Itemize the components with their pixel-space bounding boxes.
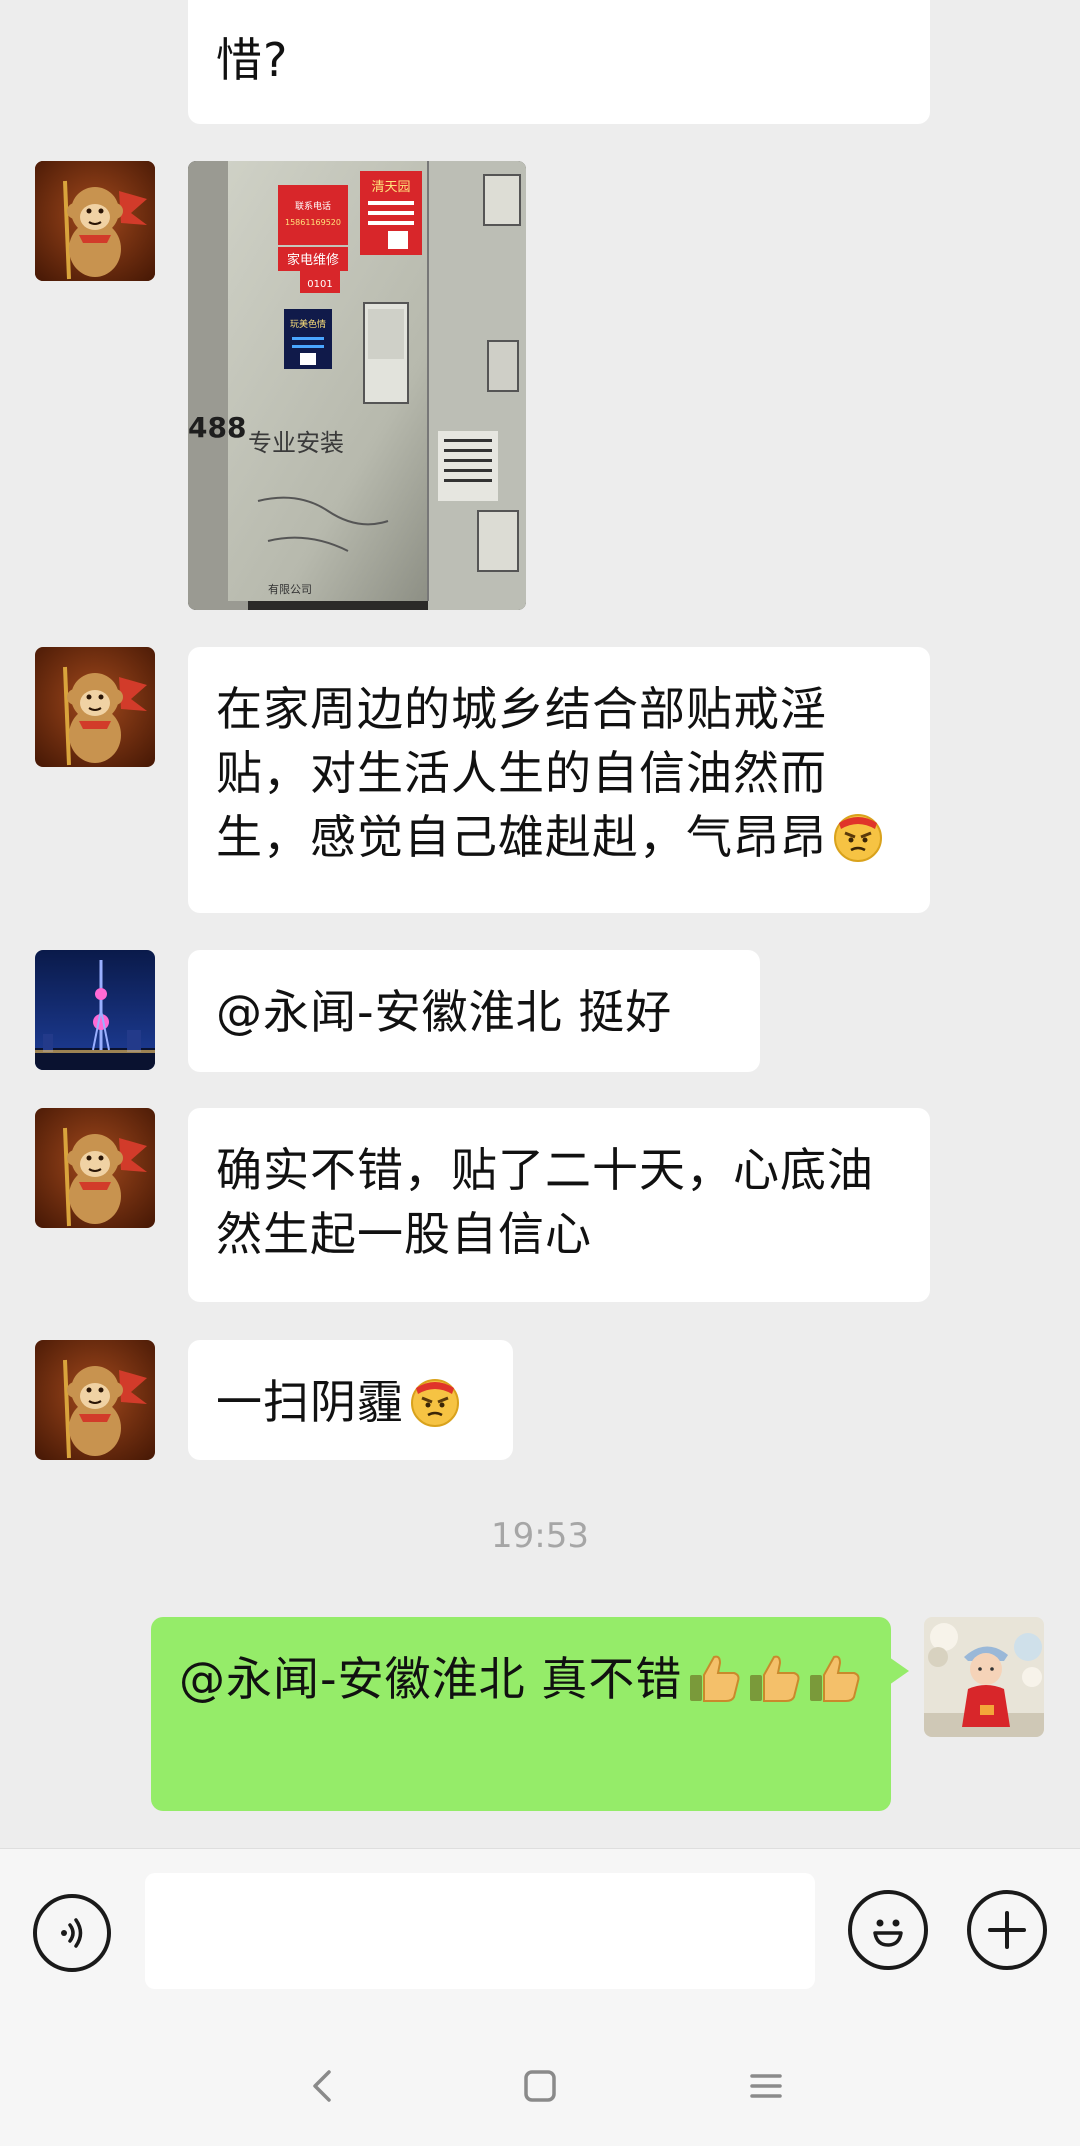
- message-text: 在家周边的城乡结合部贴戒淫贴，对生活人生的自信油然而生，感觉自己雄赳赳，气昂昂: [216, 682, 827, 864]
- photo-sign-text: 玩美色情: [290, 318, 326, 330]
- voice-button[interactable]: [33, 1894, 111, 1972]
- message-bubble-outgoing[interactable]: @永闻-安徽淮北 真不错: [151, 1617, 909, 1811]
- avatar-monkey[interactable]: [35, 1108, 155, 1228]
- message-bubble[interactable]: @永闻-安徽淮北 挺好: [188, 950, 760, 1072]
- message-text: @永闻-安徽淮北 真不错: [179, 1652, 683, 1706]
- photo-sign-text: 0101: [307, 279, 332, 290]
- photo-graffiti: 专业安装: [248, 429, 344, 457]
- chat-screen: 惜? 联系电话 15861169520 清天园 家电维修 0101 玩美色情 4…: [0, 0, 1080, 2146]
- nav-home-button[interactable]: [510, 2056, 570, 2116]
- svg-text:15861169520: 15861169520: [285, 218, 341, 227]
- nav-menu-button[interactable]: [736, 2056, 796, 2116]
- emoji-button[interactable]: [848, 1890, 928, 1970]
- nav-back-button[interactable]: [292, 2056, 352, 2116]
- plus-button[interactable]: [967, 1890, 1047, 1970]
- message-input[interactable]: [145, 1873, 815, 1989]
- voice-icon: [61, 1918, 83, 1948]
- message-list[interactable]: 惜? 联系电话 15861169520 清天园 家电维修 0101 玩美色情 4…: [0, 0, 1080, 1848]
- avatar-monkey[interactable]: [35, 161, 155, 281]
- photo-sign-text: 清天园: [371, 180, 410, 195]
- avatar-self-child[interactable]: [924, 1617, 1044, 1737]
- avatar-city-night[interactable]: [35, 950, 155, 1070]
- svg-text:联系电话: 联系电话: [295, 200, 331, 212]
- back-icon: [313, 2070, 331, 2102]
- thumbs-up-emoji: [810, 1655, 860, 1702]
- emoji-icon: [873, 1919, 903, 1947]
- message-bubble[interactable]: 确实不错，贴了二十天，心底油然生起一股自信心: [188, 1108, 930, 1302]
- composer-bar: [0, 1848, 1080, 2017]
- message-text: @永闻-安徽淮北 挺好: [216, 985, 673, 1039]
- message-text: 一扫阴霾: [216, 1375, 404, 1429]
- angry-face-emoji: [834, 814, 882, 862]
- home-icon: [524, 2070, 556, 2102]
- system-nav-bar: [0, 2016, 1080, 2146]
- angry-face-emoji: [411, 1379, 459, 1427]
- avatar-monkey[interactable]: [35, 1340, 155, 1460]
- thumbs-up-emoji: [750, 1655, 800, 1702]
- photo-graffiti: 有限公司: [268, 582, 312, 596]
- plus-icon: [988, 1911, 1026, 1949]
- message-text: 确实不错，贴了二十天，心底油然生起一股自信心: [216, 1143, 874, 1261]
- message-bubble[interactable]: 在家周边的城乡结合部贴戒淫贴，对生活人生的自信油然而生，感觉自己雄赳赳，气昂昂: [188, 647, 930, 913]
- message-bubble-partial[interactable]: 惜?: [188, 0, 930, 124]
- shared-photo[interactable]: 联系电话 15861169520 清天园 家电维修 0101 玩美色情 488 …: [188, 161, 526, 610]
- avatar-monkey[interactable]: [35, 647, 155, 767]
- message-bubble[interactable]: 一扫阴霾: [188, 1340, 513, 1460]
- menu-icon: [750, 2074, 782, 2098]
- message-text: 惜?: [216, 33, 289, 87]
- photo-graffiti: 488: [188, 411, 246, 444]
- thumbs-up-emoji: [690, 1655, 740, 1702]
- message-timestamp: 19:53: [491, 1516, 589, 1556]
- photo-sign-text: 家电维修: [287, 252, 339, 268]
